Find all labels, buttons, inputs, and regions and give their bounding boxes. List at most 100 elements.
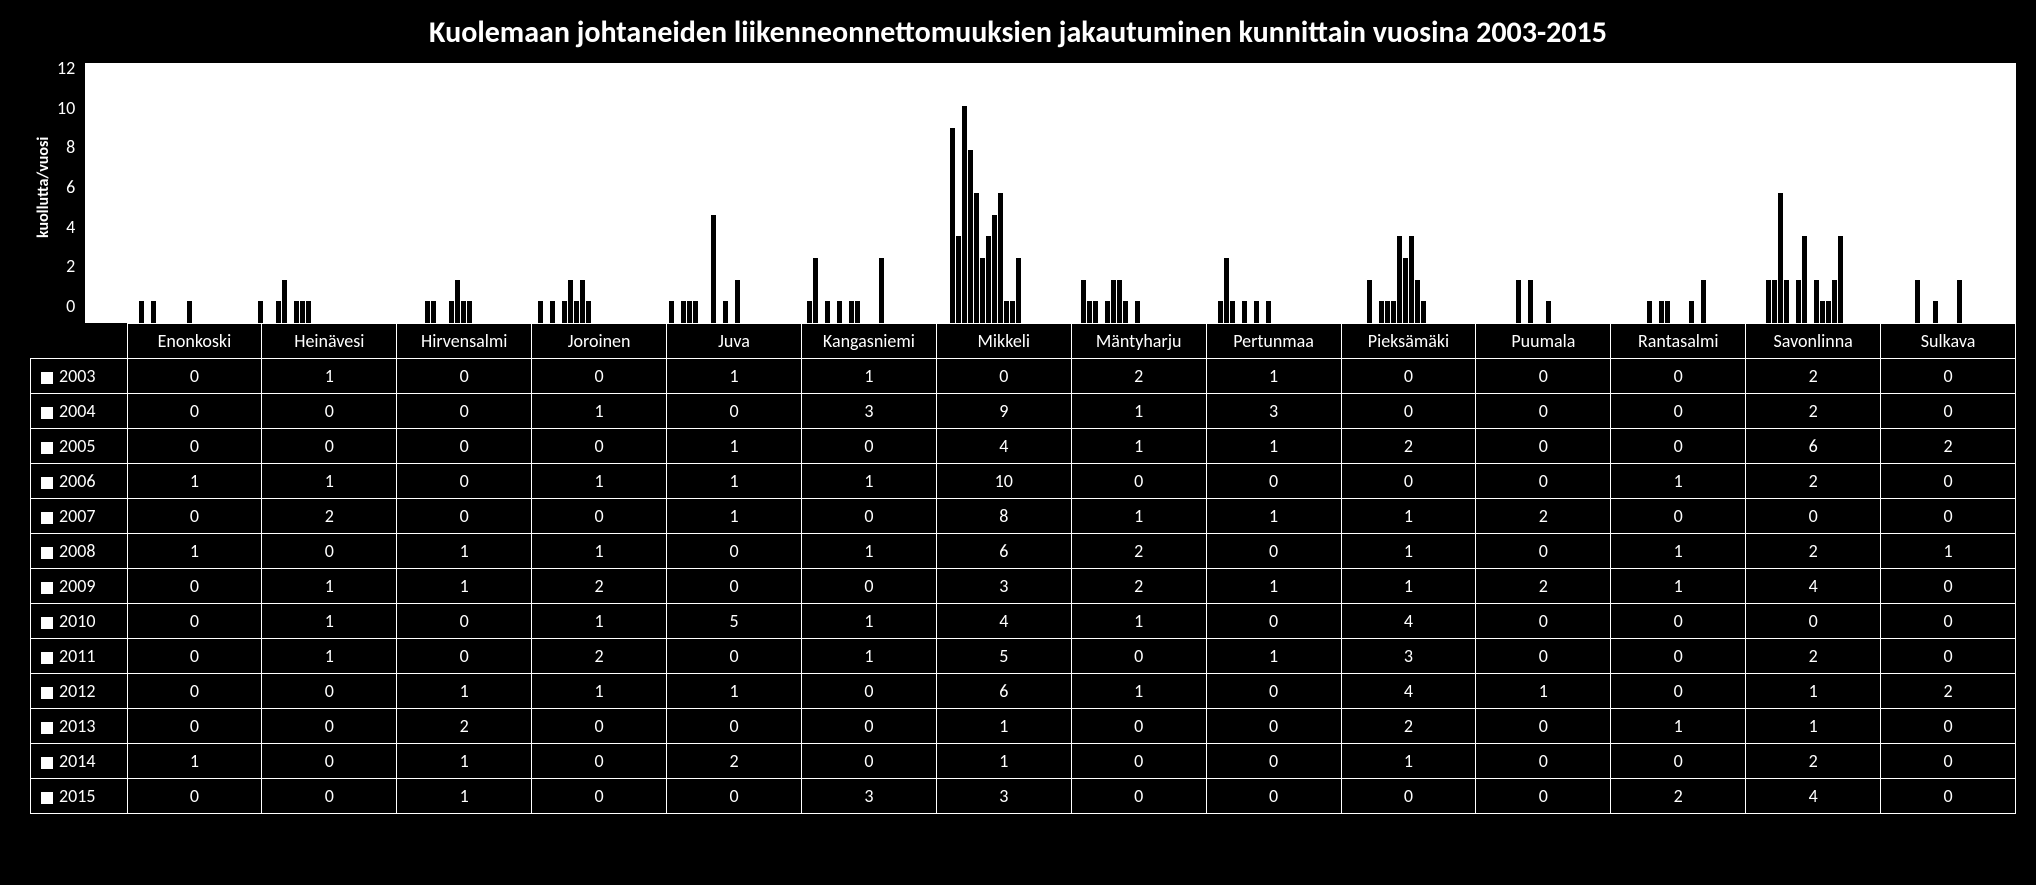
data-cell: 1 [801, 534, 936, 569]
plot-bar [1701, 280, 1706, 323]
table-row: 201410102010010020 [31, 744, 2016, 779]
chart-title: Kuolemaan johtaneiden liikenneonnettomuu… [0, 0, 2036, 57]
data-cell: 1 [1071, 394, 1206, 429]
plot-group [1873, 63, 2010, 323]
plot-group [1462, 63, 1599, 323]
plot-bar [1123, 301, 1128, 323]
data-cell: 1 [801, 604, 936, 639]
legend-marker-icon [41, 757, 53, 769]
data-cell: 0 [1881, 709, 2016, 744]
year-cell: 2015 [31, 779, 128, 814]
column-header: Savonlinna [1746, 324, 1881, 359]
plot-group [91, 63, 228, 323]
data-cell: 3 [936, 569, 1071, 604]
plot-group [1325, 63, 1462, 323]
data-cell: 0 [1881, 779, 2016, 814]
data-cell: 2 [1611, 779, 1746, 814]
plot-bar [586, 301, 591, 323]
plot-bar [681, 301, 686, 323]
plot-bar [992, 215, 997, 323]
data-cell: 2 [1881, 674, 2016, 709]
table-row: 200702001081112000 [31, 499, 2016, 534]
plot-bar [467, 301, 472, 323]
data-cell: 0 [801, 499, 936, 534]
data-cell: 1 [1611, 464, 1746, 499]
plot-bar [1010, 301, 1015, 323]
column-header: Mäntyharju [1071, 324, 1206, 359]
data-cell: 0 [1611, 429, 1746, 464]
plot-bar [1254, 301, 1259, 323]
plot-bar [300, 301, 305, 323]
data-cell: 0 [801, 674, 936, 709]
chart-plot-row: kuollutta/vuosi 121086420 [0, 57, 2036, 323]
plot-bar [1117, 280, 1122, 323]
data-cell: 0 [1341, 394, 1476, 429]
data-cell: 0 [1881, 569, 2016, 604]
year-label: 2013 [59, 715, 96, 737]
year-cell: 2006 [31, 464, 128, 499]
data-cell: 1 [1071, 604, 1206, 639]
data-cell: 0 [532, 429, 667, 464]
legend-marker-icon [41, 512, 53, 524]
data-cell: 4 [1746, 569, 1881, 604]
data-cell: 0 [1071, 639, 1206, 674]
y-tick: 8 [66, 136, 75, 158]
plot-bar [986, 236, 991, 323]
data-cell: 1 [262, 604, 397, 639]
plot-bar [1784, 280, 1789, 323]
column-header: Juva [667, 324, 802, 359]
legend-marker-icon [41, 442, 53, 454]
plot-bar [1933, 301, 1938, 323]
data-cell: 1 [667, 359, 802, 394]
year-cell: 2005 [31, 429, 128, 464]
legend-marker-icon [41, 547, 53, 559]
plot-bar [1087, 301, 1092, 323]
data-cell: 0 [1881, 464, 2016, 499]
column-header: Puumala [1476, 324, 1611, 359]
plot-bar [1224, 258, 1229, 323]
plot-bar [461, 301, 466, 323]
plot-bar [1659, 301, 1664, 323]
data-cell: 0 [127, 394, 262, 429]
plot-bar [1230, 301, 1235, 323]
plot-group [228, 63, 365, 323]
data-cell: 2 [1746, 464, 1881, 499]
year-cell: 2012 [31, 674, 128, 709]
plot-bar [258, 301, 263, 323]
data-cell: 4 [936, 429, 1071, 464]
data-cell: 1 [532, 394, 667, 429]
data-cell: 1 [1206, 569, 1341, 604]
table-row: 200500001041120062 [31, 429, 2016, 464]
table-row: 201200111061041012 [31, 674, 2016, 709]
legend-marker-icon [41, 687, 53, 699]
data-cell: 1 [532, 604, 667, 639]
data-cell: 0 [801, 569, 936, 604]
data-cell: 0 [1206, 709, 1341, 744]
data-cell: 1 [1341, 534, 1476, 569]
data-cell: 0 [1611, 394, 1746, 429]
data-cell: 1 [1206, 639, 1341, 674]
table-row: 201300200010020110 [31, 709, 2016, 744]
legend-marker-icon [41, 617, 53, 629]
data-cell: 0 [1071, 744, 1206, 779]
data-cell: 0 [1341, 464, 1476, 499]
data-cell: 0 [1341, 779, 1476, 814]
plot-bar [1796, 280, 1801, 323]
plot-bar [723, 301, 728, 323]
plot-bar [1385, 301, 1390, 323]
year-cell: 2013 [31, 709, 128, 744]
data-cell: 1 [397, 744, 532, 779]
legend-marker-icon [41, 722, 53, 734]
data-cell: 2 [262, 499, 397, 534]
data-cell: 0 [667, 779, 802, 814]
data-cell: 1 [801, 639, 936, 674]
data-cell: 6 [936, 674, 1071, 709]
plot-bar [282, 280, 287, 323]
plot-group [1188, 63, 1325, 323]
y-tick: 12 [57, 57, 75, 79]
data-cell: 0 [1746, 604, 1881, 639]
column-header: Joroinen [532, 324, 667, 359]
plot-bar [580, 280, 585, 323]
year-cell: 2014 [31, 744, 128, 779]
plot-bar [187, 301, 192, 323]
